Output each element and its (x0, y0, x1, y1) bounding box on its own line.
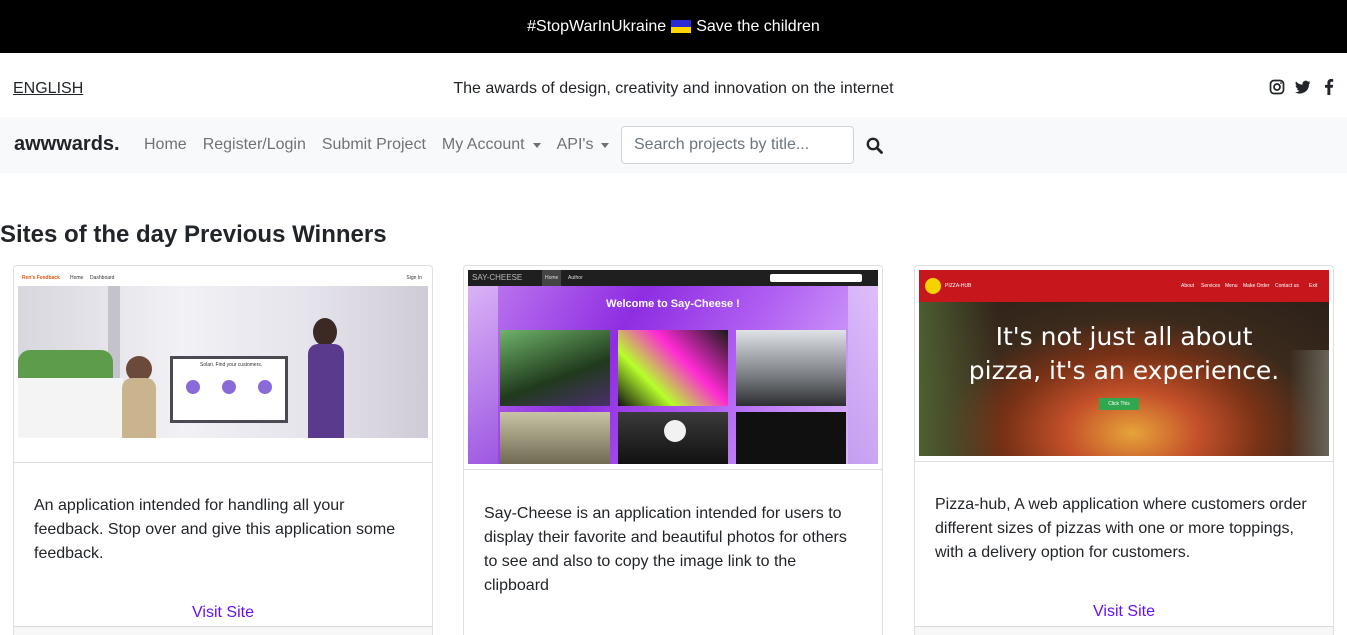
screenshot-hero-line2: pizza, it's an experience. (968, 356, 1280, 385)
screenshot-nav-item: About (1181, 283, 1195, 289)
visit-site-link[interactable]: Visit Site (915, 603, 1333, 621)
card-footer (14, 626, 432, 635)
project-screenshot: PIZZA-HUB About Services Menu Make Order… (919, 270, 1329, 456)
nav-my-account-dropdown[interactable]: My Account (434, 136, 549, 154)
project-description: Pizza-hub, A web application where custo… (935, 496, 1307, 561)
ukraine-flag-icon (671, 20, 692, 33)
nav-apis-label: API's (556, 136, 594, 153)
nav-register-login[interactable]: Register/Login (195, 136, 314, 154)
search-icon (866, 137, 883, 154)
screenshot-hero-line1: It's not just all about (995, 322, 1253, 351)
visit-site-link[interactable]: Visit Site (14, 604, 432, 622)
brand-logo[interactable]: awwwards. (14, 133, 120, 156)
announcement-banner: #StopWarInUkraine Save the children (0, 0, 1347, 53)
nav-home[interactable]: Home (136, 136, 195, 154)
screenshot-brand: Ren's Feedback (22, 275, 60, 281)
project-thumbnail: PIZZA-HUB About Services Menu Make Order… (915, 266, 1333, 462)
card-footer (915, 626, 1333, 635)
screenshot-cta: Click This (1099, 398, 1139, 410)
twitter-icon[interactable] (1295, 79, 1311, 95)
nav-apis-dropdown[interactable]: API's (549, 136, 618, 154)
project-thumbnail: Ren's Feedback Home Dashboard Sign In So… (14, 266, 432, 463)
project-card: Ren's Feedback Home Dashboard Sign In So… (13, 265, 433, 635)
project-screenshot: Ren's Feedback Home Dashboard Sign In So… (18, 270, 428, 458)
project-card: SAY-CHEESE Home Author Welcome to Say-Ch… (463, 265, 883, 635)
main-navbar: awwwards. Home Register/Login Submit Pro… (0, 117, 1347, 173)
screenshot-nav-item: Make Order (1243, 283, 1270, 289)
nav-my-account-label: My Account (441, 136, 525, 153)
instagram-icon[interactable] (1269, 79, 1285, 95)
caret-down-icon (601, 142, 610, 148)
site-tagline: The awards of design, creativity and inn… (453, 80, 894, 97)
screenshot-nav-item: Home (70, 275, 84, 281)
screenshot-brand: SAY-CHEESE (472, 273, 523, 282)
nav-submit-project[interactable]: Submit Project (314, 136, 434, 154)
screenshot-hero-title: Welcome to Say-Cheese ! (606, 298, 740, 310)
caret-down-icon (532, 142, 541, 148)
screenshot-nav-item: Dashboard (90, 275, 115, 281)
section-title-bold: Sites of the day (0, 221, 178, 248)
banner-text-right: Save the children (696, 17, 820, 35)
screenshot-board-title: Solari. Find your customers. (200, 362, 263, 368)
project-screenshot: SAY-CHEESE Home Author Welcome to Say-Ch… (468, 270, 878, 464)
search-input[interactable] (621, 126, 854, 164)
screenshot-nav-item: Author (568, 275, 583, 281)
screenshot-nav-item: Services (1201, 283, 1221, 289)
top-bar: ENGLISH The awards of design, creativity… (0, 53, 1347, 117)
search-button[interactable] (862, 133, 886, 157)
project-description: Say-Cheese is an application intended fo… (484, 505, 847, 594)
project-card: PIZZA-HUB About Services Menu Make Order… (914, 265, 1334, 635)
screenshot-nav-item: Contact us (1275, 283, 1299, 289)
screenshot-brand: PIZZA-HUB (945, 283, 972, 289)
screenshot-nav-item: Home (542, 270, 562, 286)
banner-text-left: #StopWarInUkraine (527, 17, 667, 35)
screenshot-nav-right: Sign In (406, 275, 422, 281)
nav-links: Home Register/Login Submit Project My Ac… (136, 117, 617, 173)
project-description: An application intended for handling all… (34, 497, 396, 562)
section-title-rest: Previous Winners (184, 221, 387, 248)
screenshot-nav-item: Menu (1225, 283, 1238, 289)
project-thumbnail: SAY-CHEESE Home Author Welcome to Say-Ch… (464, 266, 882, 470)
section-heading: Sites of the day Previous Winners (0, 221, 387, 249)
social-links (1269, 79, 1337, 95)
facebook-icon[interactable] (1321, 79, 1337, 95)
screenshot-nav-item: Exit (1309, 283, 1318, 289)
